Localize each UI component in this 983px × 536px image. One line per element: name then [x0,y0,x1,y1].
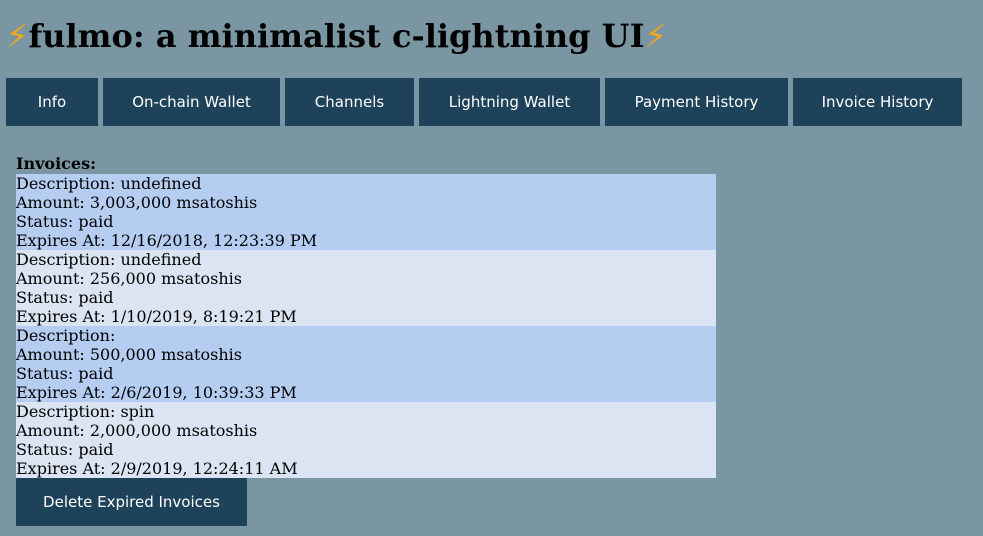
delete-expired-invoices-button[interactable]: Delete Expired Invoices [16,478,247,526]
nav-lightning-wallet-button[interactable]: Lightning Wallet [419,78,600,126]
invoice-description: Description: undefined [16,250,202,269]
invoice-item: Description: undefined Amount: 3,003,000… [16,174,716,250]
invoice-expires: Expires At: 2/9/2019, 12:24:11 AM [16,459,298,478]
lightning-bolt-icon: ⚡ [644,17,668,55]
nav-info-button[interactable]: Info [6,78,98,126]
invoice-expires: Expires At: 1/10/2019, 8:19:21 PM [16,307,297,326]
invoice-amount: Amount: 2,000,000 msatoshis [16,421,258,440]
invoice-status: Status: paid [16,440,114,459]
invoice-amount: Amount: 256,000 msatoshis [16,269,242,288]
nav-channels-button[interactable]: Channels [285,78,414,126]
lightning-bolt-icon: ⚡ [6,17,29,55]
invoice-item: Description: Amount: 500,000 msatoshis S… [16,326,716,402]
page-title: ⚡fulmo: a minimalist c-lightning UI⚡ [6,14,667,58]
invoice-description: Description: undefined [16,174,202,193]
invoice-description: Description: [16,326,116,345]
invoice-status: Status: paid [16,212,114,231]
invoice-list: Description: undefined Amount: 3,003,000… [16,174,716,478]
invoice-status: Status: paid [16,288,114,307]
invoice-expires: Expires At: 12/16/2018, 12:23:39 PM [16,231,318,250]
page-title-text: fulmo: a minimalist c-lightning UI [28,17,645,55]
invoice-description: Description: spin [16,402,155,421]
invoice-amount: Amount: 3,003,000 msatoshis [16,193,258,212]
nav-invoice-history-button[interactable]: Invoice History [793,78,962,126]
invoice-status: Status: paid [16,364,114,383]
invoice-amount: Amount: 500,000 msatoshis [16,345,242,364]
invoices-heading: Invoices: [16,154,96,173]
invoice-item: Description: undefined Amount: 256,000 m… [16,250,716,326]
invoice-item: Description: spin Amount: 2,000,000 msat… [16,402,716,478]
nav-payment-history-button[interactable]: Payment History [605,78,788,126]
invoice-expires: Expires At: 2/6/2019, 10:39:33 PM [16,383,297,402]
nav-onchain-wallet-button[interactable]: On-chain Wallet [103,78,280,126]
